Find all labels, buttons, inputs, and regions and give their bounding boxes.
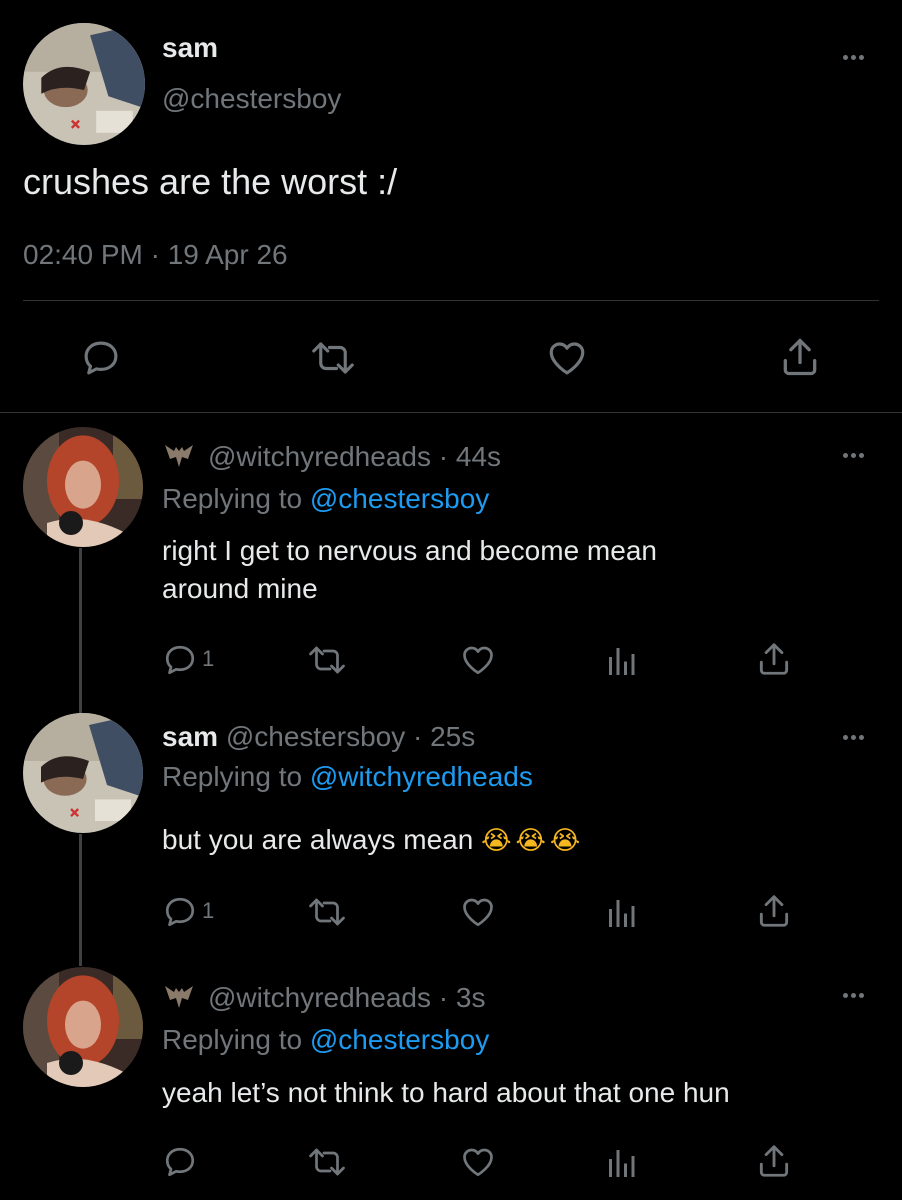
avatar-witchyredheads[interactable]	[23, 427, 143, 547]
divider	[23, 300, 879, 301]
bar-chart-icon[interactable]	[606, 894, 636, 930]
share-icon[interactable]	[778, 335, 822, 379]
crying-emoji: 😭😭😭	[481, 826, 585, 856]
bar-chart-icon[interactable]	[606, 1144, 636, 1180]
heart-icon[interactable]	[459, 894, 497, 930]
reply-handle[interactable]: @chestersboy	[226, 721, 405, 752]
reply-count: 1	[202, 646, 215, 671]
speech-bubble-icon[interactable]	[162, 894, 198, 930]
section-divider	[0, 412, 902, 413]
replying-to-prefix: Replying to	[162, 761, 303, 792]
reply-text-line: around mine	[162, 573, 318, 604]
retweet-icon[interactable]	[306, 642, 348, 678]
speech-bubble-icon[interactable]	[80, 337, 122, 379]
more-dots-icon[interactable]	[838, 50, 868, 64]
replying-to-prefix: Replying to	[162, 1024, 303, 1055]
share-icon[interactable]	[755, 892, 793, 930]
heart-icon[interactable]	[545, 337, 589, 379]
more-dots-icon[interactable]	[838, 730, 868, 744]
retweet-icon[interactable]	[306, 1144, 348, 1180]
display-name[interactable]: sam	[162, 32, 218, 64]
reply-text: but you are always mean 😭😭😭	[162, 821, 584, 860]
thread-line	[79, 548, 82, 716]
share-icon[interactable]	[755, 1142, 793, 1180]
more-dots-icon[interactable]	[838, 448, 868, 462]
replying-to-link[interactable]: @chestersboy	[310, 483, 489, 514]
thread-line	[79, 834, 82, 966]
reply-time: · 44s	[438, 441, 502, 472]
replying-to-line: Replying to @witchyredheads	[162, 760, 533, 794]
reply-time: · 3s	[438, 982, 486, 1013]
reply-meta: @witchyredheads · 44s	[208, 440, 501, 474]
heart-icon[interactable]	[459, 642, 497, 678]
replying-to-line: Replying to @chestersboy	[162, 1023, 489, 1057]
replying-to-line: Replying to @chestersboy	[162, 482, 489, 516]
reply-count: 1	[202, 898, 215, 923]
avatar-image	[23, 967, 143, 1087]
retweet-icon[interactable]	[309, 337, 357, 379]
tweet-timestamp[interactable]: 02:40 PM · 19 Apr 26	[23, 238, 288, 272]
avatar-image	[23, 713, 143, 833]
reply-time: · 25s	[413, 721, 476, 752]
reply-handle[interactable]: @witchyredheads	[208, 982, 431, 1013]
bar-chart-icon[interactable]	[606, 642, 636, 678]
tweet-text: crushes are the worst :/	[23, 161, 398, 202]
reply-text-body: but you are always mean	[162, 824, 474, 855]
avatar-sam[interactable]	[23, 713, 143, 833]
more-dots-icon[interactable]	[838, 988, 868, 1002]
avatar-witchyredheads[interactable]	[23, 967, 143, 1087]
avatar-sam[interactable]	[23, 23, 145, 145]
replying-to-prefix: Replying to	[162, 483, 303, 514]
reply-meta: sam @chestersboy · 25s	[162, 720, 475, 754]
reply-text-line: right I get to nervous and become mean	[162, 535, 657, 566]
replying-to-link[interactable]: @chestersboy	[310, 1024, 489, 1055]
replying-to-link[interactable]: @witchyredheads	[310, 761, 533, 792]
bat-icon	[162, 982, 196, 1012]
share-icon[interactable]	[755, 640, 793, 678]
bat-icon	[162, 441, 196, 471]
speech-bubble-icon[interactable]	[162, 642, 198, 678]
avatar-image	[23, 427, 143, 547]
retweet-icon[interactable]	[306, 894, 348, 930]
reply-display-name[interactable]: sam	[162, 721, 218, 752]
avatar-image	[23, 23, 145, 145]
reply-text: right I get to nervous and become mean a…	[162, 532, 862, 608]
handle[interactable]: @chestersboy	[162, 82, 341, 116]
reply-text: yeah let’s not think to hard about that …	[162, 1077, 730, 1108]
heart-icon[interactable]	[459, 1144, 497, 1180]
reply-meta: @witchyredheads · 3s	[208, 981, 485, 1015]
speech-bubble-icon[interactable]	[162, 1144, 198, 1180]
reply-handle[interactable]: @witchyredheads	[208, 441, 431, 472]
